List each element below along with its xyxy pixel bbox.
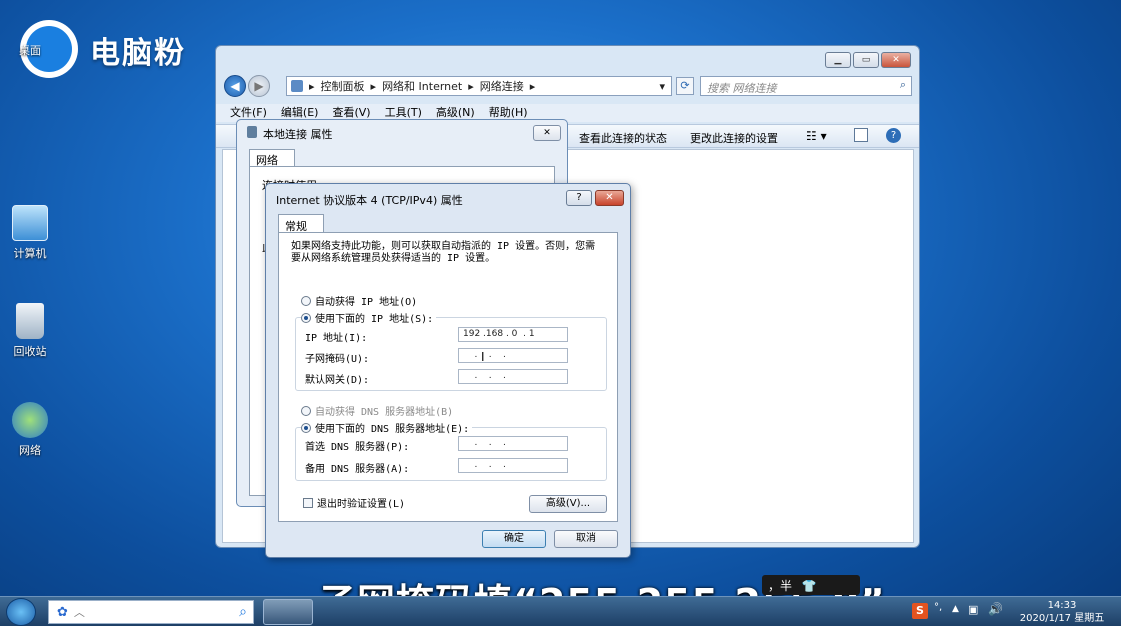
- close-button[interactable]: ✕: [881, 52, 911, 68]
- taskbar-network-connections[interactable]: [263, 599, 313, 625]
- taskbar: ✿ ︿ ⌕ S °, ▲ ▣ 🔊 14:33 2020/1/17 星期五: [0, 596, 1121, 626]
- auto-ip-radio[interactable]: 自动获得 IP 地址(O): [301, 293, 417, 308]
- desktop-icon-network[interactable]: 网络: [0, 402, 60, 458]
- cancel-button[interactable]: 取消: [554, 530, 618, 548]
- desktop-icon-label: 回收站: [13, 345, 47, 358]
- skin-icon: 👕: [801, 579, 817, 593]
- recycle-bin-icon: [16, 303, 44, 339]
- gateway-label: 默认网关(D):: [305, 375, 370, 386]
- minimize-button[interactable]: ▁: [825, 52, 851, 68]
- tab-general[interactable]: 常规: [278, 214, 324, 233]
- manual-dns-radio[interactable]: 使用下面的 DNS 服务器地址(E):: [301, 420, 473, 435]
- network-tray-icon[interactable]: ▣: [968, 603, 978, 616]
- desktop-icon-desktop[interactable]: 桌面: [0, 42, 60, 58]
- back-button[interactable]: ◀: [224, 75, 246, 97]
- help-button[interactable]: ?: [566, 190, 592, 206]
- alternate-dns-field[interactable]: . . .: [458, 458, 568, 473]
- search-icon: ⌕: [239, 604, 247, 620]
- desktop-icon-computer[interactable]: 计算机: [0, 205, 60, 261]
- brand-name: 电脑粉: [90, 36, 186, 71]
- text-cursor-icon: I: [481, 350, 485, 364]
- chevron-down-icon[interactable]: ▾: [659, 80, 665, 93]
- tray-punctuation-icon[interactable]: °,: [934, 602, 942, 613]
- start-button[interactable]: [6, 598, 36, 626]
- chevron-up-icon: ︿: [73, 606, 85, 619]
- manual-ip-radio[interactable]: 使用下面的 IP 地址(S):: [301, 310, 437, 325]
- gateway-field[interactable]: . . .: [458, 369, 568, 384]
- breadcrumb-item[interactable]: 网络和 Internet: [382, 78, 462, 94]
- intro-text: 如果网络支持此功能，则可以获取自动指派的 IP 设置。否则，您需要从网络系统管理…: [291, 241, 596, 264]
- change-settings-button[interactable]: 更改此连接的设置: [690, 130, 778, 146]
- tab-network[interactable]: 网络: [249, 149, 295, 167]
- tray-expand-icon[interactable]: ▲: [952, 604, 959, 614]
- ime-status-bar: ，半 👕: [762, 575, 860, 595]
- search-icon: ⌕: [899, 78, 906, 91]
- dialog-title: Internet 协议版本 4 (TCP/IPv4) 属性: [276, 194, 463, 207]
- subnet-mask-label: 子网掩码(U):: [305, 354, 370, 365]
- desktop-icon-label: 计算机: [13, 247, 47, 260]
- preferred-dns-field[interactable]: . . .: [458, 436, 568, 451]
- subnet-mask-field[interactable]: . . .: [458, 348, 568, 363]
- close-button[interactable]: ✕: [533, 125, 561, 141]
- dialog-title: 本地连接 属性: [263, 128, 333, 141]
- ipv4-properties-dialog: Internet 协议版本 4 (TCP/IPv4) 属性 ? ✕ 常规 如果网…: [265, 183, 631, 558]
- view-status-button[interactable]: 查看此连接的状态: [579, 130, 667, 146]
- desktop-icon-label: 桌面: [19, 44, 41, 57]
- clock[interactable]: 14:33 2020/1/17 星期五: [1010, 599, 1114, 625]
- volume-icon[interactable]: 🔊: [988, 602, 1003, 616]
- taskbar-search-box[interactable]: ✿ ︿ ⌕: [48, 600, 254, 624]
- network-globe-icon: [12, 402, 48, 438]
- preview-pane-icon[interactable]: [854, 128, 868, 142]
- refresh-icon[interactable]: ⟳: [676, 77, 694, 95]
- alternate-dns-label: 备用 DNS 服务器(A):: [305, 464, 410, 475]
- desktop-icon-recycle-bin[interactable]: 回收站: [0, 303, 60, 359]
- tab-panel: 如果网络支持此功能，则可以获取自动指派的 IP 设置。否则，您需要从网络系统管理…: [278, 232, 618, 522]
- forward-button[interactable]: ▶: [248, 75, 270, 97]
- ok-button[interactable]: 确定: [482, 530, 546, 548]
- breadcrumb-item[interactable]: 控制面板: [321, 78, 365, 94]
- baidu-paw-icon: ✿: [57, 604, 68, 620]
- ip-address-label: IP 地址(I):: [305, 333, 368, 344]
- help-icon[interactable]: ?: [886, 128, 901, 143]
- sogou-ime-icon[interactable]: S: [912, 603, 928, 619]
- computer-icon: [12, 205, 48, 241]
- advanced-button[interactable]: 高级(V)...: [529, 495, 607, 513]
- search-input[interactable]: 搜索 网络连接 ⌕: [700, 76, 912, 96]
- preferred-dns-label: 首选 DNS 服务器(P):: [305, 442, 410, 453]
- validate-checkbox[interactable]: 退出时验证设置(L): [303, 495, 405, 510]
- maximize-button[interactable]: ▭: [853, 52, 879, 68]
- close-button[interactable]: ✕: [595, 190, 624, 206]
- ip-address-field[interactable]: 192 .168 . 0 . 1: [458, 327, 568, 342]
- network-adapter-icon: [247, 126, 257, 138]
- desktop-icon-label: 网络: [19, 444, 41, 457]
- view-options-icon[interactable]: ☷ ▾: [806, 129, 827, 143]
- auto-dns-radio[interactable]: 自动获得 DNS 服务器地址(B): [301, 403, 453, 418]
- breadcrumb-item[interactable]: 网络连接: [480, 78, 524, 94]
- address-bar[interactable]: ▸ 控制面板 ▸ 网络和 Internet ▸ 网络连接 ▸ ▾: [286, 76, 672, 96]
- control-panel-icon: [291, 80, 303, 92]
